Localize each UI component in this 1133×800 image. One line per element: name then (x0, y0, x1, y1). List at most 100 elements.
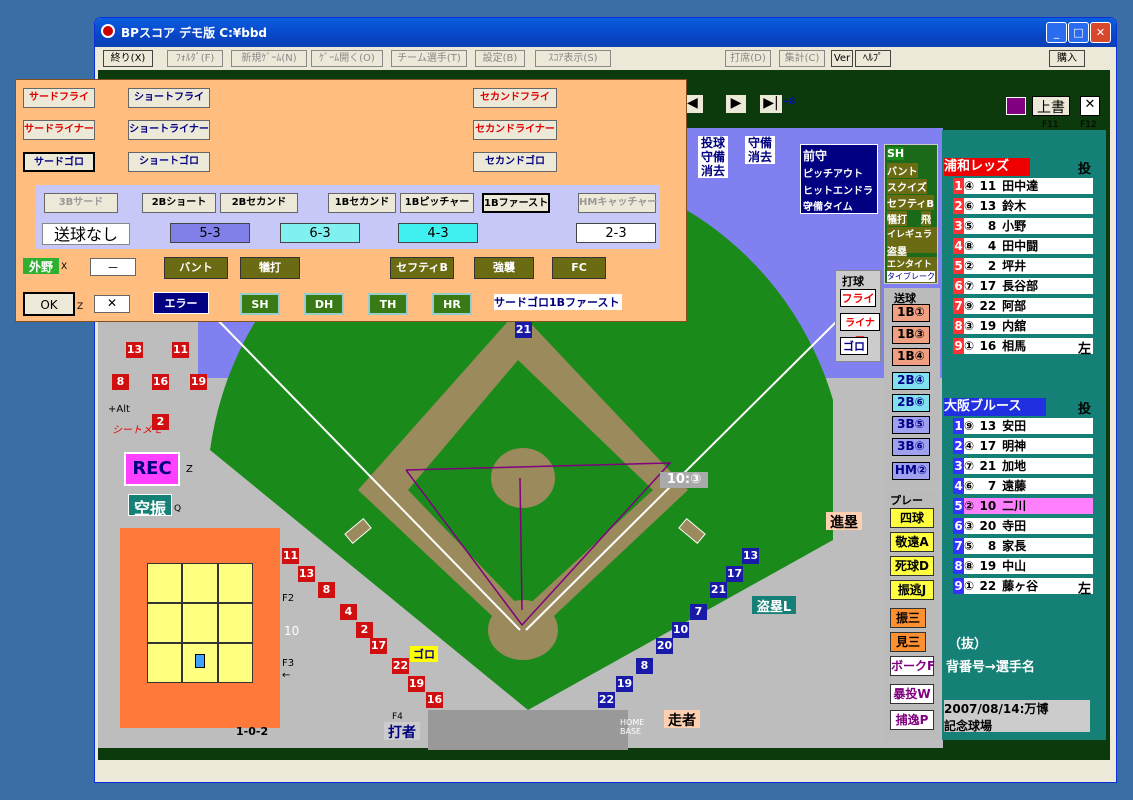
roster-row[interactable]: 8③ 19 内舘 (953, 318, 1093, 334)
fielder-number-blue[interactable]: 20 (656, 638, 673, 654)
fielder-number-red[interactable]: 2 (152, 414, 169, 430)
second-goro-button[interactable]: セカンドゴロ (473, 152, 557, 172)
help-button[interactable]: ﾍﾙﾌﾟ (855, 50, 891, 67)
bat-liner[interactable]: ライナー (840, 313, 880, 344)
steal-right[interactable]: 盗塁 (887, 243, 907, 258)
safety-bunt-button[interactable]: セフティB (390, 257, 454, 279)
roster-row[interactable]: 9① 16 相馬 (953, 338, 1093, 354)
fielder-number-blue[interactable]: 8 (636, 658, 653, 674)
roster-row[interactable]: 2⑥ 13 鈴木 (953, 198, 1093, 214)
roster-row[interactable]: 5② 2 坪井 (953, 258, 1093, 274)
sh-button[interactable]: SH (240, 293, 280, 315)
batter-label[interactable]: 打者 (384, 722, 420, 741)
balk-button[interactable]: ボークF (890, 656, 935, 676)
combo-2-3[interactable]: 2-3 (576, 223, 656, 243)
fielder-number-red[interactable]: 4 (340, 604, 357, 620)
throw-1b-3[interactable]: 1B③ (892, 326, 930, 344)
fielder-number-red[interactable]: 11 (282, 548, 299, 564)
throw-3b-6[interactable]: 3B⑥ (892, 438, 930, 456)
short-liner-button[interactable]: ショートライナー (128, 120, 210, 140)
strikeout-look-button[interactable]: 見三 (890, 632, 926, 652)
th-button[interactable]: TH (368, 293, 408, 315)
sacrifice-play-button[interactable]: 犠打 (240, 257, 300, 279)
front-button[interactable]: 前守 (803, 147, 827, 164)
steal-label[interactable]: 盗塁L (752, 596, 796, 615)
roster-row[interactable]: 6⑦ 17 長谷部 (953, 278, 1093, 294)
nav-next[interactable]: ▶ (726, 95, 746, 113)
bunt-play-button[interactable]: バント (164, 257, 228, 279)
dh-button[interactable]: DH (304, 293, 344, 315)
strike-zone-grid[interactable] (147, 563, 253, 683)
fielder-number-red[interactable]: 13 (126, 342, 143, 358)
fielder-number-blue[interactable]: 17 (726, 566, 743, 582)
fielder-3b[interactable]: 3Bサード (44, 193, 118, 213)
roster-row[interactable]: 8⑧ 19 中山 (953, 558, 1093, 574)
timeout-button[interactable]: 守備タイム (803, 198, 853, 213)
fielder-number-red[interactable]: 11 (172, 342, 189, 358)
sh-right[interactable]: SH (887, 147, 905, 160)
fielder-number-red[interactable]: 16 (152, 374, 169, 390)
def-erase-button[interactable]: 守備 消去 (745, 136, 775, 164)
squeeze-right[interactable]: スクイズ (887, 179, 927, 194)
team-button[interactable]: チーム選手(T) (391, 50, 467, 67)
fielder-number-blue[interactable]: 10 (672, 622, 689, 638)
runner-label[interactable]: 走者 (664, 710, 700, 729)
team2-name[interactable]: 大阪ブルース (944, 398, 1046, 416)
fielder-number-red[interactable]: 13 (298, 566, 315, 582)
fielder-number-red[interactable]: 16 (426, 692, 443, 708)
passed-ball-button[interactable]: 捕逸P (890, 710, 934, 730)
fielder-2b-second[interactable]: 2Bセカンド (220, 193, 298, 213)
fielder-number-red[interactable]: 17 (370, 638, 387, 654)
outfield-label[interactable]: 外野 (23, 258, 59, 274)
throw-hm-2[interactable]: HM② (892, 462, 930, 480)
combo-4-3[interactable]: 4-3 (398, 223, 478, 243)
pitch-erase-button[interactable]: 投球 守備 消去 (698, 136, 728, 178)
roster-row[interactable]: 3⑦ 21 加地 (953, 458, 1093, 474)
short-goro-button[interactable]: ショートゴロ (128, 152, 210, 172)
swing-button[interactable]: 空振 (128, 494, 172, 518)
short-fly-button[interactable]: ショートフライ (128, 88, 210, 108)
minimize-button[interactable]: _ (1046, 22, 1067, 43)
back-number-label[interactable]: 背番号→選手名 (946, 656, 1035, 675)
tiebreak-right[interactable]: タイブレーク (887, 271, 935, 282)
score-view-button[interactable]: ｽｺｱ表示(S) (535, 50, 611, 67)
fly-right[interactable]: 飛 (921, 211, 931, 226)
maximize-button[interactable]: □ (1068, 22, 1089, 43)
fielder-1b-first[interactable]: 1Bファースト (482, 193, 550, 213)
x-button[interactable]: ✕ (1080, 96, 1100, 116)
color-swatch[interactable] (1006, 97, 1026, 115)
buy-button[interactable]: 購入 (1049, 50, 1085, 67)
cancel-field[interactable]: ✕ (94, 295, 130, 313)
fielder-hm[interactable]: HMキャッチャー (578, 193, 657, 213)
fielder-number-red[interactable]: 22 (392, 658, 409, 674)
third-fly-button[interactable]: サードフライ (23, 88, 95, 108)
intentional-walk-button[interactable]: 敬遠A (890, 532, 934, 552)
fielder-number-blue[interactable]: 19 (616, 676, 633, 692)
roster-row[interactable]: 2④ 17 明神 (953, 438, 1093, 454)
roster-row[interactable]: 7⑨ 22 阿部 (953, 298, 1093, 314)
fielder-number-blue[interactable]: 13 (742, 548, 759, 564)
fielder-number-blue[interactable]: 21 (710, 582, 727, 598)
throw-2b-6[interactable]: 2B⑥ (892, 394, 930, 412)
safety-right[interactable]: セフティB (887, 195, 935, 210)
rec-button[interactable]: REC (124, 452, 180, 486)
atbat-button[interactable]: 打席(D) (725, 50, 771, 67)
fc-button[interactable]: FC (552, 257, 606, 279)
end-button[interactable]: 終り(X) (103, 50, 153, 67)
dropped-third-button[interactable]: 振逃J (890, 580, 934, 600)
roster-row[interactable]: 1④ 11 田中達 (953, 178, 1093, 194)
fielder-number-blue[interactable]: 22 (598, 692, 615, 708)
strikeout-swing-button[interactable]: 振三 (890, 608, 926, 628)
combo-6-3[interactable]: 6-3 (280, 223, 360, 243)
overwrite-button[interactable]: 上書 (1032, 96, 1070, 116)
bat-fly[interactable]: フライ (840, 289, 876, 307)
wild-pitch-button[interactable]: 暴投W (890, 684, 934, 704)
hbp-button[interactable]: 死球D (890, 556, 934, 576)
fielder-number-red[interactable]: 19 (408, 676, 425, 692)
roster-row[interactable]: 1⑨ 13 安田 (953, 418, 1093, 434)
second-liner-button[interactable]: セカンドライナー (473, 120, 557, 140)
walk-button[interactable]: 四球 (890, 508, 934, 528)
fielder-number-red[interactable]: 19 (190, 374, 207, 390)
roster-row[interactable]: 4⑧ 4 田中闘 (953, 238, 1093, 254)
settings-button[interactable]: 設定(B) (475, 50, 525, 67)
